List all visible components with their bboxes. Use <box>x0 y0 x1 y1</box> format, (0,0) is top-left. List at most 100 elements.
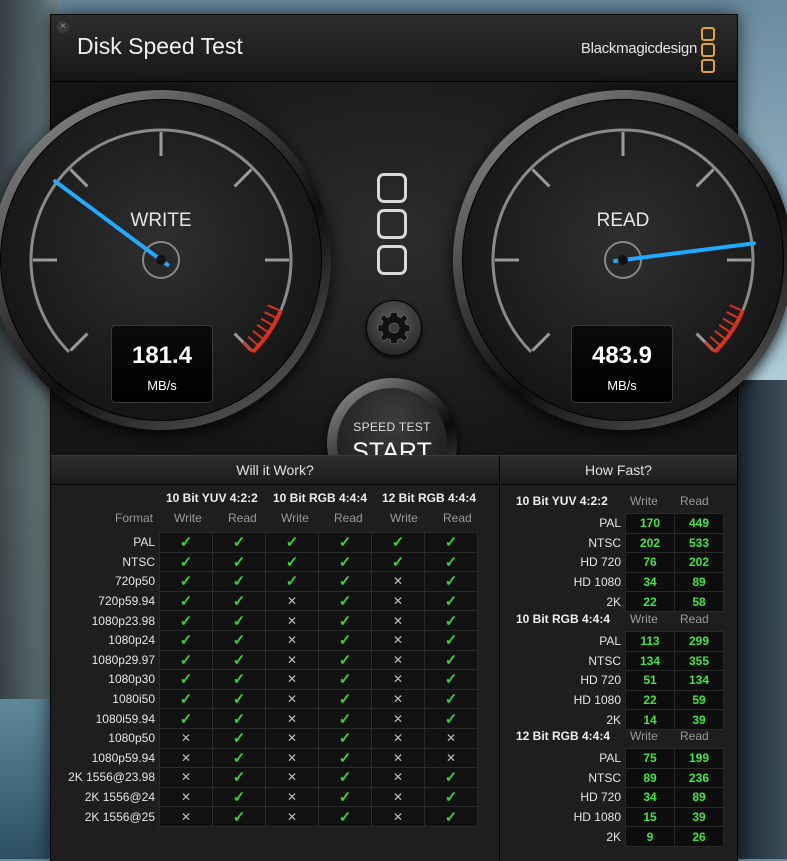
format-label: 1080p23.98 <box>55 610 160 631</box>
read-fps-value: 449 <box>674 513 724 534</box>
write-gauge: WRITE 181.4 MB/s <box>0 90 331 430</box>
check-icon: ✓ <box>179 593 193 611</box>
compatibility-cell: ✕ <box>371 786 425 808</box>
read-fps-value: 199 <box>674 748 724 769</box>
compatibility-cell: ✕ <box>265 708 319 729</box>
compatibility-cell: ✓ <box>212 610 266 631</box>
write-column-header: Write <box>630 729 658 743</box>
write-fps-value: 113 <box>625 631 675 652</box>
write-fps-value: 51 <box>625 670 675 691</box>
compatibility-cell: ✕ <box>371 669 425 690</box>
cross-icon: ✕ <box>286 731 298 746</box>
read-gauge-label: READ <box>596 210 650 231</box>
format-label: HD 1080 <box>573 575 621 590</box>
format-label: HD 720 <box>580 673 621 688</box>
gauge-red-tick <box>260 317 274 327</box>
gauge-major-tick <box>531 332 551 352</box>
format-label: 2K <box>606 594 621 609</box>
table-row: 720p50 ✓ ✓ ✓ ✓ ✕ ✓ <box>55 571 478 592</box>
compatibility-cell: ✓ <box>212 688 266 710</box>
write-fps-value: 34 <box>625 787 675 808</box>
write-fps-value: 134 <box>625 650 675 672</box>
cross-icon: ✕ <box>392 594 404 609</box>
format-label: 2K <box>606 829 621 844</box>
brand-name: Blackmagicdesign <box>580 40 697 57</box>
check-icon: ✓ <box>179 651 193 669</box>
read-fps-value: 202 <box>674 552 724 573</box>
check-icon: ✓ <box>444 808 458 826</box>
section-title: 10 Bit YUV 4:2:2 <box>516 494 608 508</box>
compatibility-cell: ✓ <box>159 590 213 612</box>
how-fast-section: 10 Bit YUV 4:2:2 Write Read PAL 170 449 NTSC 20… <box>500 494 737 612</box>
cross-icon: ✕ <box>392 750 404 765</box>
compatibility-cell: ✓ <box>159 551 213 573</box>
read-fps-value: 26 <box>674 826 724 847</box>
how-fast-panel: How Fast? 10 Bit YUV 4:2:2 Write Read PAL 17… <box>500 455 737 861</box>
settings-button[interactable] <box>366 300 422 356</box>
write-fps-value: 9 <box>625 826 675 847</box>
cross-icon: ✕ <box>392 672 404 687</box>
check-icon: ✓ <box>232 769 246 787</box>
gauge-red-tick <box>726 311 740 320</box>
check-icon: ✓ <box>391 553 405 571</box>
compatibility-cell: ✓ <box>212 747 266 769</box>
table-row: NTSC ✓ ✓ ✓ ✓ ✓ ✓ <box>55 551 478 573</box>
check-icon: ✓ <box>232 691 246 709</box>
read-gauge: READ 483.9 MB/s <box>453 90 787 430</box>
table-row: HD 720 34 89 <box>510 787 724 808</box>
format-label: PAL <box>599 516 621 531</box>
write-column-header: Write <box>630 494 658 508</box>
read-fps-value: 89 <box>674 787 724 808</box>
format-label: 1080p50 <box>55 728 160 749</box>
table-row: 1080p23.98 ✓ ✓ ✕ ✓ ✕ ✓ <box>55 610 478 631</box>
format-label: NTSC <box>588 535 621 550</box>
table-row: 1080p30 ✓ ✓ ✕ ✓ ✕ ✓ <box>55 669 478 690</box>
format-label: HD 720 <box>580 790 621 805</box>
compatibility-cell: ✓ <box>159 571 213 592</box>
write-fps-value: 170 <box>625 513 675 534</box>
section-title: 12 Bit RGB 4:4:4 <box>516 729 611 743</box>
section-title: 10 Bit RGB 4:4:4 <box>516 612 611 626</box>
sub-header-read: Read <box>334 511 363 525</box>
gauge-red-tick <box>247 335 260 347</box>
table-row: NTSC 89 236 <box>510 767 724 789</box>
check-icon: ✓ <box>444 671 458 689</box>
compatibility-cell: ✕ <box>265 590 319 612</box>
cross-icon: ✕ <box>392 652 404 667</box>
table-row: 2K 1556@24 ✕ ✓ ✕ ✓ ✕ ✓ <box>55 786 478 808</box>
table-row: 2K 1556@23.98 ✕ ✓ ✕ ✓ ✕ ✓ <box>55 767 478 788</box>
cross-icon: ✕ <box>392 711 404 726</box>
close-button[interactable]: × <box>57 21 69 33</box>
section-header: 10 Bit RGB 4:4:4 Write Read <box>500 612 737 631</box>
check-icon: ✓ <box>232 612 246 630</box>
gauge-red-tick <box>264 311 278 320</box>
table-row: 1080i59.94 ✓ ✓ ✕ ✓ ✕ ✓ <box>55 708 478 729</box>
compatibility-cell: ✓ <box>212 629 266 651</box>
write-speed-unit: MB/s <box>147 378 177 393</box>
write-readout: 181.4 MB/s <box>111 325 213 403</box>
gauge-major-tick <box>69 168 89 188</box>
check-icon: ✓ <box>444 710 458 728</box>
format-label: 2K 1556@24 <box>55 787 160 807</box>
cross-icon: ✕ <box>392 809 404 824</box>
compatibility-cell: ✓ <box>318 590 372 612</box>
check-icon: ✓ <box>444 651 458 669</box>
compatibility-cell: ✕ <box>371 767 425 788</box>
check-icon: ✓ <box>338 534 352 552</box>
check-icon: ✓ <box>179 534 193 552</box>
compatibility-cell: ✕ <box>265 727 319 749</box>
compatibility-cell: ✕ <box>159 767 213 788</box>
gauge-major-tick <box>233 168 253 188</box>
check-icon: ✓ <box>179 710 193 728</box>
compatibility-cell: ✓ <box>318 688 372 710</box>
check-icon: ✓ <box>444 691 458 709</box>
cross-icon: ✕ <box>445 731 457 746</box>
check-icon: ✓ <box>232 710 246 728</box>
compatibility-cell: ✓ <box>212 649 266 671</box>
cross-icon: ✕ <box>180 790 192 805</box>
app-title: Disk Speed Test <box>77 33 243 59</box>
read-fps-value: 236 <box>674 767 724 789</box>
check-icon: ✓ <box>338 730 352 748</box>
group-header-10bit-rgb: 10 Bit RGB 4:4:4 <box>273 491 368 505</box>
compatibility-cell: ✓ <box>212 806 266 827</box>
